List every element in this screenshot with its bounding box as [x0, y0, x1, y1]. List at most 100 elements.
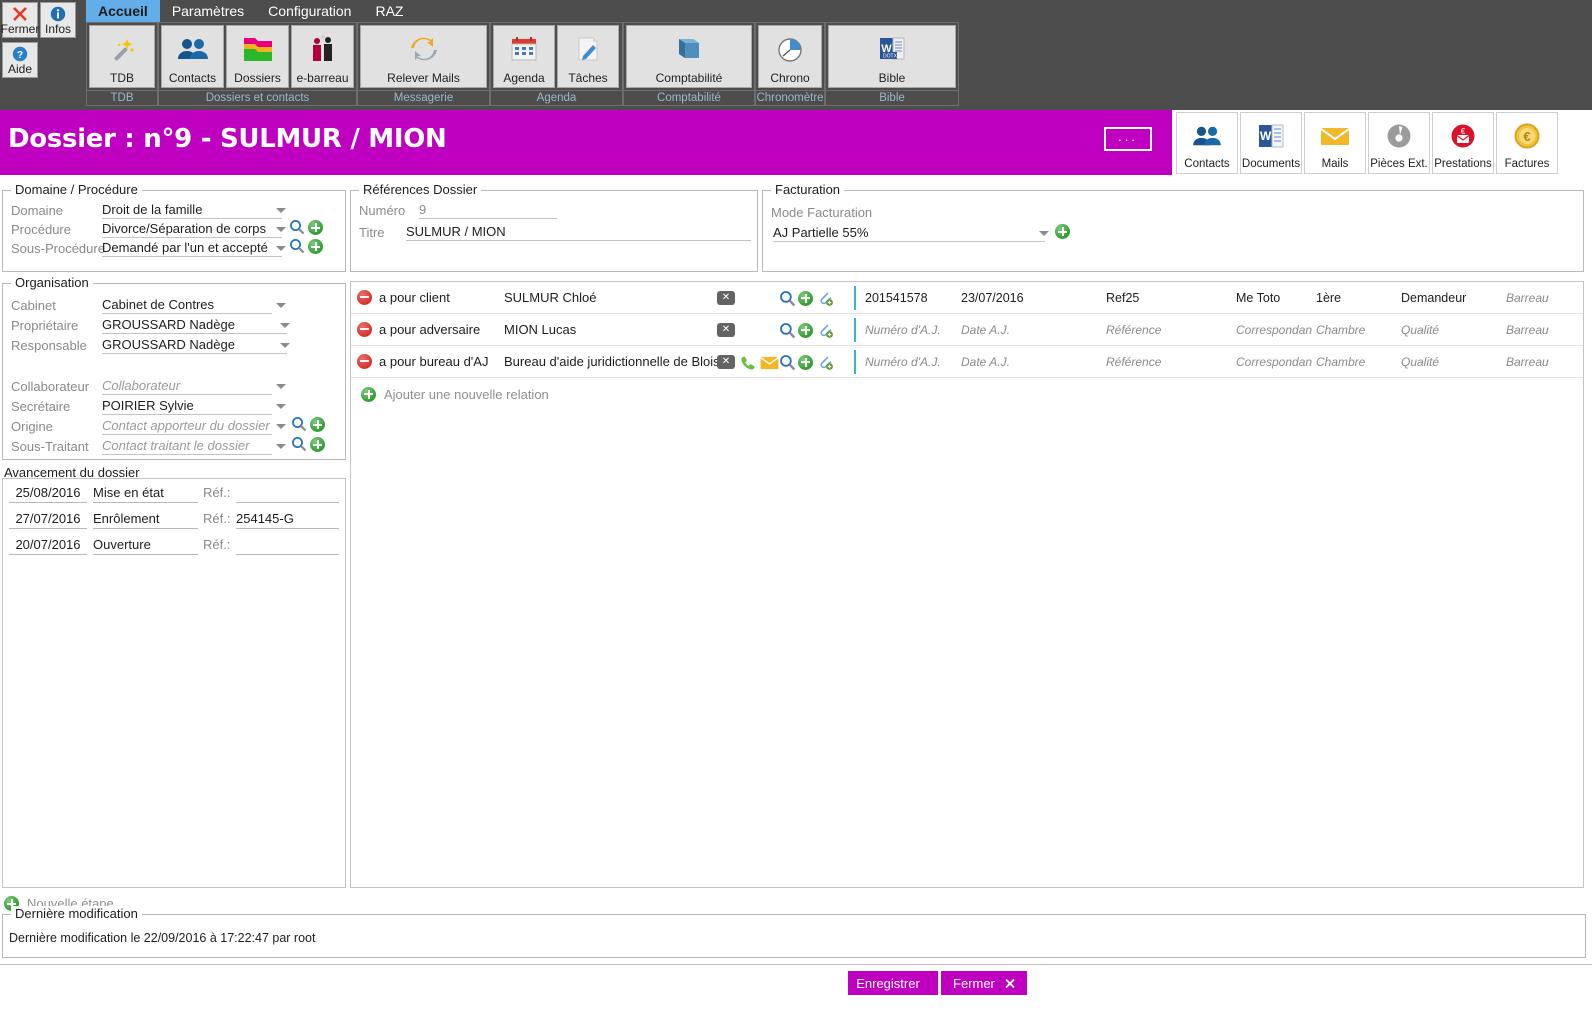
action-contacts[interactable]: Contacts [1176, 112, 1238, 174]
relation-name[interactable]: Bureau d'aide juridictionnelle de Blois [504, 354, 720, 369]
clear-relation-icon[interactable]: ✕ [717, 322, 735, 337]
sous-traitant-chevron-down-icon[interactable] [276, 444, 286, 449]
relation-attach-icon[interactable] [817, 354, 834, 371]
relation-name[interactable]: MION Lucas [504, 322, 576, 337]
relation-name[interactable]: SULMUR Chloé [504, 290, 596, 305]
tab-configuration[interactable]: Configuration [256, 0, 363, 22]
ribbon-button-contacts[interactable]: Contacts [161, 25, 224, 88]
step-label[interactable]: Ouverture [93, 536, 198, 555]
proprietaire-chevron-down-icon[interactable] [280, 323, 290, 328]
action-mails[interactable]: Mails [1304, 112, 1366, 174]
action-factures[interactable]: € Factures [1496, 112, 1558, 174]
cell-qualite[interactable]: Qualité [1401, 323, 1439, 337]
ribbon-button-relever-mails[interactable]: Relever Mails [360, 25, 487, 88]
ribbon-button-agenda[interactable]: Agenda [493, 25, 555, 88]
mode-facturation-chevron-down-icon[interactable] [1039, 231, 1049, 236]
clear-relation-icon[interactable]: ✕ [717, 354, 735, 369]
cell-reference[interactable]: Référence [1106, 355, 1161, 369]
ribbon-button-chrono[interactable]: Chrono [758, 25, 822, 88]
sous-procedure-chevron-down-icon[interactable] [276, 246, 286, 251]
cell-barreau[interactable]: Barreau [1506, 355, 1549, 369]
cell-chambre[interactable]: 1ère [1316, 291, 1341, 305]
remove-relation-button[interactable] [357, 353, 372, 369]
cell-correspondant[interactable]: Me Toto [1236, 291, 1280, 305]
cell-correspondant[interactable]: Correspondan [1236, 323, 1312, 337]
responsable-value[interactable]: GROUSSARD Nadège [102, 336, 287, 354]
cabinet-chevron-down-icon[interactable] [276, 303, 286, 308]
tab-raz[interactable]: RAZ [363, 0, 415, 22]
remove-relation-button[interactable] [357, 289, 372, 305]
responsable-chevron-down-icon[interactable] [280, 343, 290, 348]
remove-relation-button[interactable] [357, 321, 372, 337]
step-date[interactable]: 20/07/2016 [9, 536, 87, 555]
sous-traitant-value[interactable]: Contact traitant le dossier [102, 437, 272, 455]
sous-procedure-search-icon[interactable] [289, 238, 305, 254]
secretaire-value[interactable]: POIRIER Sylvie [102, 397, 272, 415]
ribbon-button-bible[interactable]: W DOTX Bible [828, 25, 956, 88]
step-label[interactable]: Mise en état [93, 484, 198, 503]
origine-value[interactable]: Contact apporteur du dossier [102, 417, 272, 435]
cell-numero-aj[interactable]: Numéro d'A.J. [865, 355, 941, 369]
cell-chambre[interactable]: Chambre [1316, 323, 1365, 337]
domaine-value[interactable]: Droit de la famille [102, 201, 282, 219]
step-date[interactable]: 25/08/2016 [9, 484, 87, 503]
domaine-chevron-down-icon[interactable] [276, 208, 286, 213]
clear-relation-icon[interactable]: ✕ [717, 290, 735, 305]
origine-add-button[interactable] [310, 417, 325, 432]
procedure-chevron-down-icon[interactable] [276, 227, 286, 232]
relation-attach-icon[interactable] [817, 290, 834, 307]
procedure-add-button[interactable] [308, 220, 323, 235]
cell-qualite[interactable]: Demandeur [1401, 291, 1466, 305]
phone-icon[interactable] [739, 354, 756, 371]
mode-facturation-add-button[interactable] [1055, 224, 1070, 239]
cell-qualite[interactable]: Qualité [1401, 355, 1439, 369]
action-documents[interactable]: W Documents [1240, 112, 1302, 174]
cell-chambre[interactable]: Chambre [1316, 355, 1365, 369]
cabinet-value[interactable]: Cabinet de Contres [102, 296, 272, 314]
procedure-value[interactable]: Divorce/Séparation de corps [102, 220, 282, 238]
tab-accueil[interactable]: Accueil [86, 0, 160, 22]
cell-date-aj[interactable]: Date A.J. [961, 355, 1010, 369]
quick-info-button[interactable]: Infos [40, 2, 76, 38]
cell-numero-aj[interactable]: Numéro d'A.J. [865, 323, 941, 337]
origine-chevron-down-icon[interactable] [276, 424, 286, 429]
numero-value[interactable]: 9 [419, 201, 557, 219]
sous-traitant-add-button[interactable] [310, 437, 325, 452]
relation-attach-icon[interactable] [817, 322, 834, 339]
collaborateur-value[interactable]: Collaborateur [102, 377, 272, 395]
action-pieces-ext[interactable]: Pièces Ext. [1368, 112, 1430, 174]
ribbon-button-ebarreau[interactable]: e-barreau [291, 25, 354, 88]
cell-reference[interactable]: Ref25 [1106, 291, 1139, 305]
sous-traitant-search-icon[interactable] [291, 436, 307, 452]
relation-add-button[interactable] [798, 354, 813, 370]
ribbon-button-taches[interactable]: Tâches [557, 25, 619, 88]
envelope-icon[interactable] [760, 356, 779, 370]
proprietaire-value[interactable]: GROUSSARD Nadège [102, 316, 287, 334]
cell-reference[interactable]: Référence [1106, 323, 1161, 337]
mode-facturation-value[interactable]: AJ Partielle 55% [773, 224, 1045, 242]
cell-barreau[interactable]: Barreau [1506, 323, 1549, 337]
cell-barreau[interactable]: Barreau [1506, 291, 1549, 305]
close-button[interactable]: Fermer [941, 971, 1027, 995]
cell-date-aj[interactable]: 23/07/2016 [961, 291, 1024, 305]
relation-search-icon[interactable] [779, 322, 796, 339]
step-date[interactable]: 27/07/2016 [9, 510, 87, 529]
titre-value[interactable]: SULMUR / MION [406, 223, 751, 241]
ribbon-button-tdb[interactable]: TDB [89, 25, 155, 88]
ribbon-button-dossiers[interactable]: Dossiers [226, 25, 289, 88]
relation-search-icon[interactable] [779, 354, 796, 371]
tab-parametres[interactable]: Paramètres [160, 0, 256, 22]
relation-add-button[interactable] [798, 322, 813, 338]
ribbon-button-comptabilite[interactable]: Comptabilité [626, 25, 752, 88]
more-options-button[interactable]: ... [1104, 127, 1152, 151]
secretaire-chevron-down-icon[interactable] [276, 404, 286, 409]
collaborateur-chevron-down-icon[interactable] [276, 384, 286, 389]
relation-search-icon[interactable] [779, 290, 796, 307]
action-prestations[interactable]: € Prestations [1432, 112, 1494, 174]
cell-correspondant[interactable]: Correspondan [1236, 355, 1312, 369]
procedure-search-icon[interactable] [289, 219, 305, 235]
cell-numero-aj[interactable]: 201541578 [865, 291, 928, 305]
sous-procedure-value[interactable]: Demandé par l'un et accepté [102, 239, 282, 257]
step-ref-value[interactable]: 254145-G [236, 510, 339, 529]
add-relation-icon[interactable] [361, 386, 376, 402]
